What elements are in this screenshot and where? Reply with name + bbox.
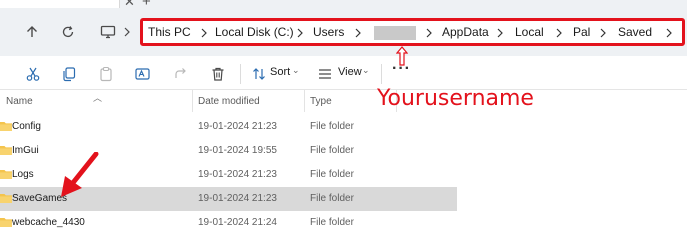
- column-type-header[interactable]: Type: [310, 96, 332, 107]
- breadcrumb-separator-icon[interactable]: [424, 27, 434, 39]
- file-type: File folder: [310, 121, 354, 132]
- column-divider[interactable]: [192, 90, 193, 112]
- annotation-up-arrow-icon: [396, 46, 408, 66]
- navigation-bar: This PC Local Disk (C:) Users AppData Lo…: [0, 8, 687, 56]
- file-row[interactable]: Config 19-01-2024 21:23 File folder: [0, 115, 457, 139]
- breadcrumb-separator-icon[interactable]: [598, 27, 608, 39]
- file-date-modified: 19-01-2024 21:23: [198, 193, 277, 204]
- column-name-header[interactable]: Name: [6, 96, 33, 107]
- file-type: File folder: [310, 145, 354, 156]
- annotation-label: Yourusername: [377, 86, 534, 111]
- file-date-modified: 19-01-2024 21:24: [198, 217, 277, 228]
- address-bar[interactable]: This PC Local Disk (C:) Users AppData Lo…: [140, 18, 685, 46]
- chevron-down-icon[interactable]: ⌄: [362, 65, 370, 76]
- file-type: File folder: [310, 193, 354, 204]
- file-row[interactable]: webcache_4430 19-01-2024 21:24 File folder: [0, 211, 457, 235]
- folder-icon: [0, 170, 12, 179]
- command-toolbar: Sort ⌄ View ⌄ ···: [0, 56, 687, 90]
- trash-icon[interactable]: [209, 65, 227, 83]
- breadcrumb-separator-icon[interactable]: [554, 27, 564, 39]
- file-date-modified: 19-01-2024 21:23: [198, 121, 277, 132]
- file-name: webcache_4430: [12, 217, 85, 228]
- copy-icon[interactable]: [60, 65, 78, 83]
- breadcrumb-local[interactable]: Local: [515, 25, 544, 39]
- sort-button[interactable]: Sort: [270, 66, 290, 78]
- file-date-modified: 19-01-2024 21:23: [198, 169, 277, 180]
- clipboard-icon[interactable]: [97, 65, 115, 83]
- folder-icon: [0, 194, 12, 203]
- folder-icon: [0, 218, 12, 227]
- sort-icon[interactable]: [250, 65, 268, 83]
- file-name: ImGui: [12, 145, 39, 156]
- toolbar-divider: [240, 64, 241, 84]
- monitor-icon[interactable]: [96, 20, 120, 44]
- breadcrumb-separator-icon[interactable]: [353, 27, 363, 39]
- arrow-up-icon[interactable]: [20, 20, 44, 44]
- red-arrow-icon: [61, 152, 99, 197]
- breadcrumb-username-redacted[interactable]: [374, 26, 416, 40]
- sort-ascending-icon: ︿: [93, 93, 103, 103]
- folder-icon: [0, 122, 12, 131]
- column-date-header[interactable]: Date modified: [198, 96, 260, 107]
- view-icon[interactable]: [316, 65, 334, 83]
- chevron-down-icon[interactable]: ⌄: [292, 65, 300, 76]
- column-divider[interactable]: [304, 90, 305, 112]
- refresh-icon[interactable]: [56, 20, 80, 44]
- breadcrumb-separator-icon[interactable]: [664, 27, 674, 39]
- breadcrumb-separator-icon[interactable]: [295, 27, 305, 39]
- file-date-modified: 19-01-2024 19:55: [198, 145, 277, 156]
- breadcrumb-separator-icon[interactable]: [495, 27, 505, 39]
- share-icon[interactable]: [172, 65, 190, 83]
- folder-icon: [0, 146, 12, 155]
- chevron-right-icon[interactable]: [120, 20, 134, 44]
- active-tab[interactable]: [0, 0, 120, 8]
- tab-strip: ✕ +: [0, 0, 687, 10]
- breadcrumb-separator-icon[interactable]: [199, 27, 209, 39]
- file-name: Logs: [12, 169, 34, 180]
- file-type: File folder: [310, 217, 354, 228]
- rename-icon[interactable]: [134, 65, 152, 83]
- breadcrumb-this-pc[interactable]: This PC: [148, 25, 191, 39]
- toolbar-divider: [381, 64, 382, 84]
- breadcrumb-users[interactable]: Users: [313, 25, 344, 39]
- breadcrumb-appdata[interactable]: AppData: [442, 25, 489, 39]
- file-type: File folder: [310, 169, 354, 180]
- file-name: Config: [12, 121, 41, 132]
- breadcrumb-local-disk[interactable]: Local Disk (C:): [215, 25, 294, 39]
- breadcrumb-pal[interactable]: Pal: [573, 25, 590, 39]
- scissors-icon[interactable]: [24, 65, 42, 83]
- breadcrumb-saved[interactable]: Saved: [618, 25, 652, 39]
- view-button[interactable]: View: [338, 66, 362, 78]
